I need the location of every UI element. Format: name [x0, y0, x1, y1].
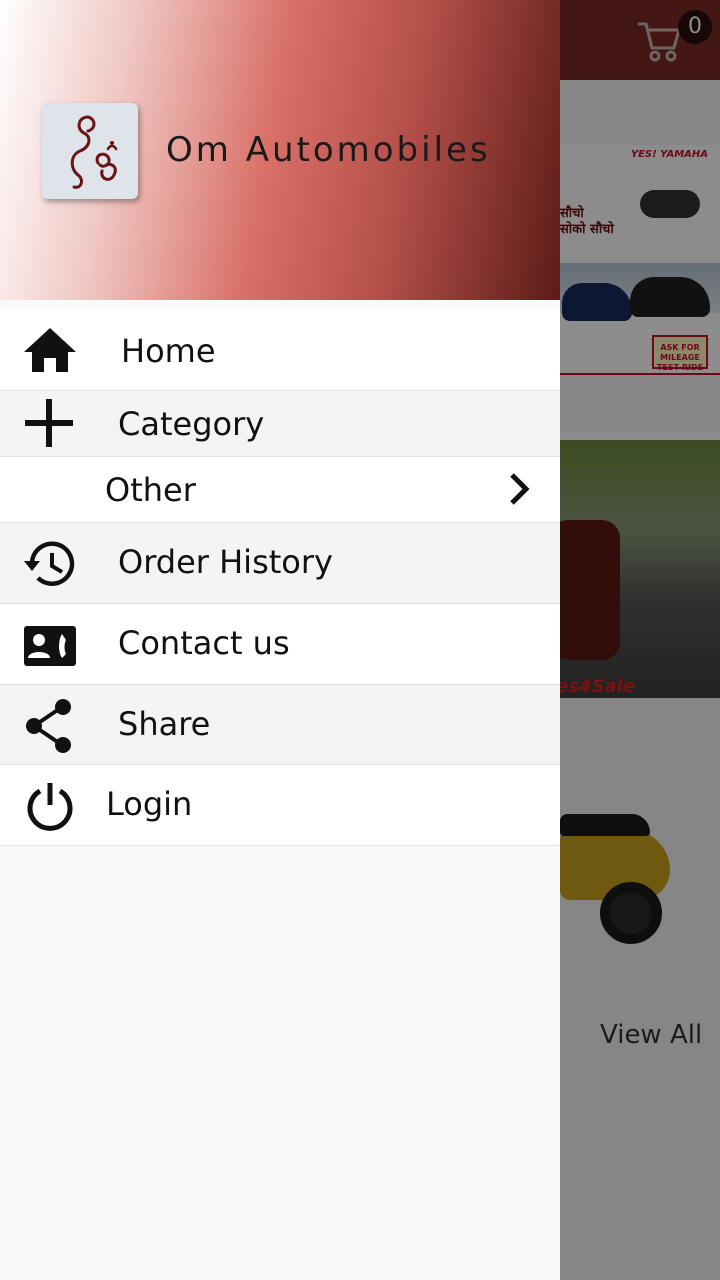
- drawer-item-contact-us[interactable]: Contact us: [0, 604, 560, 685]
- drawer-item-share[interactable]: Share: [0, 685, 560, 765]
- drawer-item-label: Other: [105, 471, 196, 509]
- app-logo: [42, 103, 138, 199]
- history-icon: [24, 541, 75, 586]
- drawer-item-label: Share: [118, 705, 211, 743]
- drawer-item-home[interactable]: Home: [0, 310, 560, 391]
- drawer-item-label: Order History: [118, 543, 333, 581]
- drawer-item-label: Login: [106, 785, 193, 823]
- drawer-item-order-history[interactable]: Order History: [0, 523, 560, 604]
- drawer-item-category[interactable]: Category: [0, 391, 560, 457]
- drawer-item-label: Contact us: [118, 624, 290, 662]
- drawer-header: Om Automobiles: [0, 0, 560, 300]
- app-name: Om Automobiles: [166, 130, 491, 170]
- share-icon: [26, 699, 71, 753]
- power-icon: [27, 783, 73, 831]
- drawer-item-label: Home: [121, 332, 216, 370]
- drawer-menu: Home Category Other Order History Contac…: [0, 310, 560, 846]
- drawer-subitem-other[interactable]: Other: [0, 457, 560, 523]
- om-logo-icon: [70, 115, 118, 189]
- plus-icon: [25, 399, 73, 447]
- drawer-item-login[interactable]: Login: [0, 765, 560, 846]
- home-icon: [24, 328, 76, 372]
- chevron-right-icon: [510, 473, 530, 505]
- navigation-drawer: Om Automobiles Home Category Other Order…: [0, 0, 560, 1280]
- drawer-item-label: Category: [118, 405, 265, 443]
- contact-card-icon: [24, 626, 76, 666]
